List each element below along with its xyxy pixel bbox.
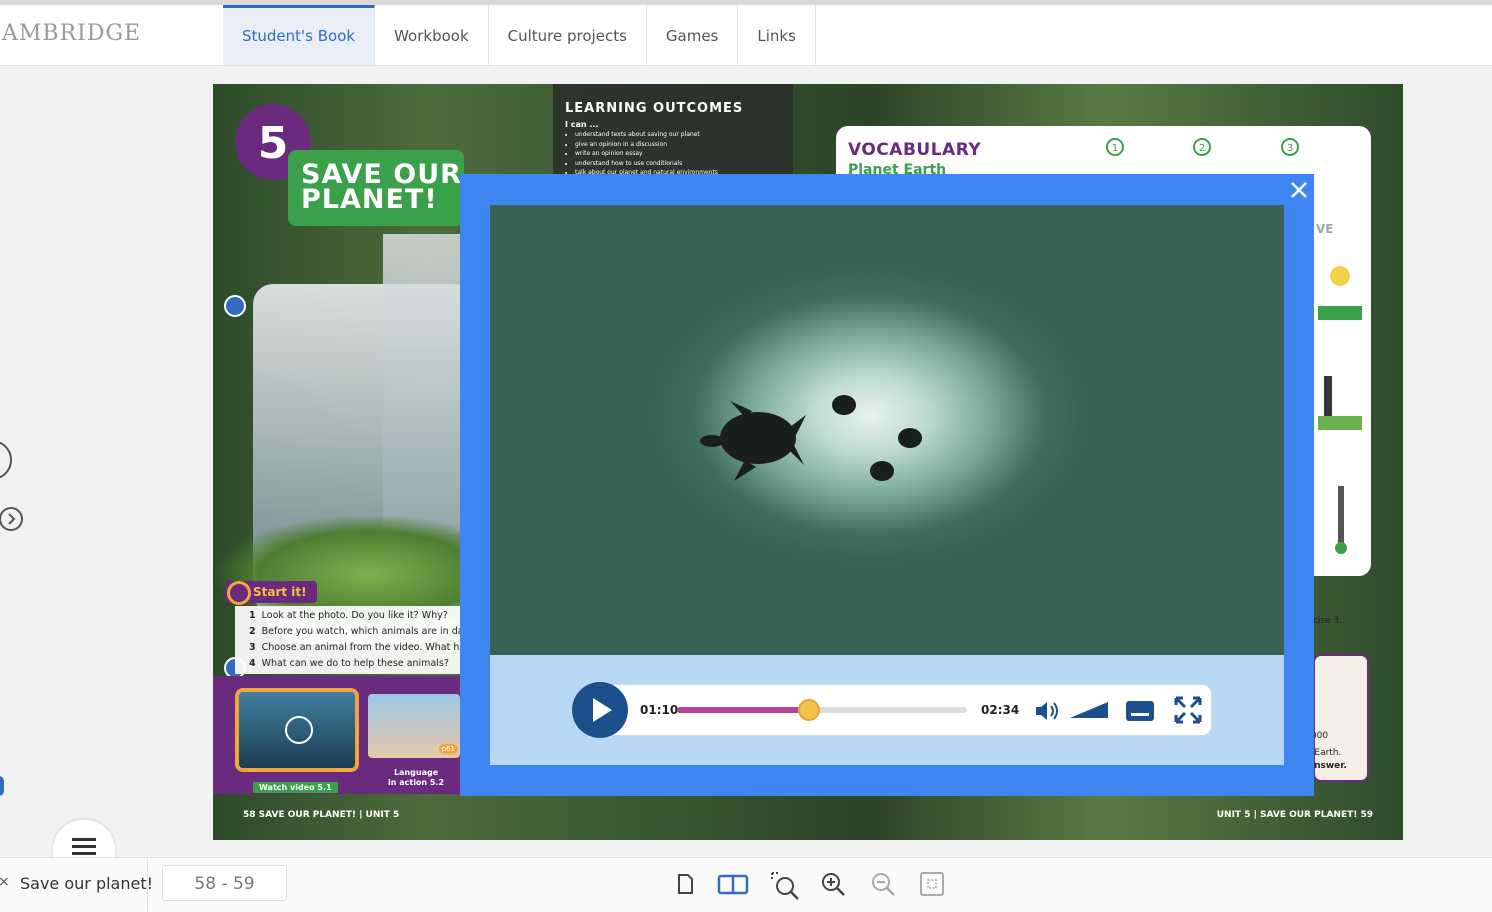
double-page-view-button[interactable] xyxy=(717,871,749,897)
thermometer-icon xyxy=(1338,486,1344,546)
zoom-out-button[interactable] xyxy=(870,871,896,897)
zoom-in-button[interactable] xyxy=(820,871,846,897)
start-it-questions: 1 Look at the photo. Do you like it? Why?… xyxy=(235,606,460,674)
video-frame[interactable] xyxy=(490,205,1284,655)
side-indicator xyxy=(0,776,4,796)
learning-outcome-item: write an opinion essay xyxy=(575,149,793,159)
vocab-partial-word: VE xyxy=(1316,222,1334,236)
single-page-view-button[interactable] xyxy=(672,871,698,897)
factory-icon xyxy=(1324,376,1332,416)
page-ref-badge: p61 xyxy=(438,744,458,754)
play-circle-icon xyxy=(285,716,313,744)
subtitles-icon xyxy=(1126,701,1154,721)
fullscreen-button[interactable] xyxy=(1173,695,1203,729)
page-footer-left: 58 SAVE OUR PLANET! | UNIT 5 xyxy=(243,810,400,820)
start-it-play-icon xyxy=(227,581,251,605)
volume-level-icon xyxy=(1070,702,1108,718)
progress-knob[interactable] xyxy=(797,699,820,721)
tab-students-book[interactable]: Student's Book xyxy=(223,5,376,65)
double-page-icon xyxy=(717,874,749,895)
unit-title-line2: PLANET! xyxy=(301,184,438,215)
tab-bar: Student's Book Workbook Culture projects… xyxy=(223,5,816,65)
learning-outcomes-list: understand texts about saving our planet… xyxy=(565,130,793,178)
app-header: AMBRIDGE Student's Book Workbook Culture… xyxy=(0,5,1492,66)
question-item: 2 Before you watch, which animals are in … xyxy=(249,626,460,637)
toolbar-divider xyxy=(147,858,148,911)
question-item: 4 What can we do to help these animals? xyxy=(249,658,449,669)
close-icon xyxy=(1291,182,1307,198)
progress-fill xyxy=(677,707,809,713)
hamburger-menu-icon xyxy=(72,838,96,855)
mute-button[interactable] xyxy=(1034,698,1062,728)
zoom-area-button[interactable] xyxy=(770,871,800,901)
fit-page-icon xyxy=(920,872,944,896)
volume-icon xyxy=(1036,702,1058,720)
close-modal-button[interactable] xyxy=(1288,179,1310,201)
language-in-action-thumbnail[interactable]: p61 xyxy=(368,694,460,758)
chevron-right-icon xyxy=(0,507,23,531)
duration-time: 02:34 xyxy=(981,703,1020,717)
learning-outcomes-title: LEARNING OUTCOMES xyxy=(565,101,744,116)
learning-outcome-item: give an opinion in a discussion xyxy=(575,140,793,150)
fit-page-button[interactable] xyxy=(919,871,945,897)
current-time: 01:10 xyxy=(640,703,679,717)
tab-games[interactable]: Games xyxy=(647,5,739,65)
previous-page-button[interactable] xyxy=(0,440,12,480)
zoom-out-icon xyxy=(872,873,895,896)
zoom-in-icon xyxy=(822,873,845,896)
vocab-number: 3 xyxy=(1281,138,1299,156)
subtitles-button[interactable] xyxy=(1125,699,1155,727)
exercise-text: cise 3. xyxy=(1313,616,1343,626)
solar-panel-icon xyxy=(1318,306,1362,320)
tab-links[interactable]: Links xyxy=(738,5,816,65)
learning-outcome-item: understand how to use conditionals xyxy=(575,159,793,169)
volume-slider[interactable] xyxy=(1070,700,1110,724)
progress-slider[interactable] xyxy=(677,699,967,721)
play-icon xyxy=(593,698,612,722)
next-page-button[interactable] xyxy=(0,506,24,532)
learning-outcomes-intro: I can ... xyxy=(565,120,599,129)
tab-culture-projects[interactable]: Culture projects xyxy=(489,5,647,65)
collapse-icon[interactable]: × xyxy=(0,874,10,890)
brand-logo: AMBRIDGE xyxy=(2,21,142,46)
single-page-icon xyxy=(678,874,693,894)
vocab-number: 1 xyxy=(1106,138,1124,156)
sun-icon xyxy=(1330,266,1350,286)
question-item: 3 Choose an animal from the video. What h… xyxy=(249,642,460,653)
play-button[interactable] xyxy=(572,682,628,738)
learning-outcome-item: understand texts about saving our planet xyxy=(575,130,793,140)
turtle-video-image xyxy=(700,395,922,481)
vocabulary-title: VOCABULARY xyxy=(848,140,982,160)
tab-workbook[interactable]: Workbook xyxy=(375,5,489,65)
watch-video-thumbnail[interactable] xyxy=(235,688,359,772)
page-footer-right: UNIT 5 | SAVE OUR PLANET! 59 xyxy=(1216,810,1373,820)
vocab-illustrations xyxy=(1318,266,1362,554)
hotspot-cursor-icon[interactable] xyxy=(224,295,246,317)
unit-title-badge: SAVE OUR PLANET! xyxy=(288,150,464,226)
learning-outcomes-box: LEARNING OUTCOMES I can ... understand t… xyxy=(553,84,793,176)
language-in-action-label: Language in action 5.2 xyxy=(388,768,445,787)
vocab-number: 2 xyxy=(1193,138,1211,156)
fullscreen-icon xyxy=(1174,696,1202,724)
zoom-area-icon xyxy=(771,872,799,900)
question-item: 1 Look at the photo. Do you like it? Why? xyxy=(249,610,448,621)
chapter-title: Save our planet! xyxy=(20,874,154,893)
watch-video-label[interactable]: Watch video 5.1 xyxy=(253,782,338,793)
page-range-field[interactable]: 58 - 59 xyxy=(162,865,287,901)
